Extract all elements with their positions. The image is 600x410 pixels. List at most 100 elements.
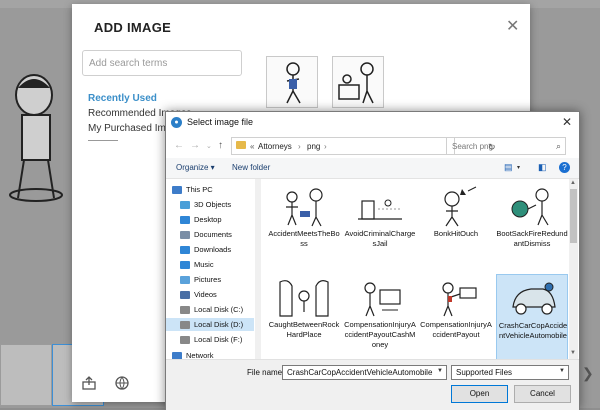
background-thumb <box>0 344 52 406</box>
file-name: AccidentMeetsTheBoss <box>268 229 340 248</box>
breadcrumb-png[interactable]: png <box>307 142 320 151</box>
chevron-down-icon[interactable]: ▼ <box>437 368 443 374</box>
scroll-up-icon[interactable]: ▲ <box>570 180 576 186</box>
tree-item-label: Music <box>194 260 214 269</box>
file-name: CompensationInjuryAccidentPayout <box>420 320 492 339</box>
chevron-down-icon: ▼ <box>559 368 565 374</box>
tree-item-label: Desktop <box>194 215 222 224</box>
upload-icon-glyph <box>82 376 96 390</box>
chevron-down-icon[interactable]: ▾ <box>517 164 520 171</box>
address-bar[interactable]: « Attorneys › png › ↻ <box>231 137 496 155</box>
tree-item-label: Local Disk (F:) <box>194 335 243 344</box>
file-grid-scrollbar[interactable]: ▲ ▼ <box>569 179 578 359</box>
search-input[interactable] <box>82 50 242 76</box>
dialog-search-input[interactable]: Search png ⌕ <box>446 137 566 155</box>
file-item[interactable]: BootSackFireRedundantDismiss <box>496 183 568 269</box>
back-arrow-icon[interactable]: ← <box>174 140 184 151</box>
videos-icon <box>180 291 190 300</box>
scrollbar-thumb[interactable] <box>570 189 577 243</box>
file-grid: AccidentMeetsTheBoss AvoidCriminalCharge… <box>264 179 569 359</box>
tree-item-label: This PC <box>186 185 213 194</box>
dialog-titlebar: ● Select image file ✕ <box>166 112 579 134</box>
nav-recently-used[interactable]: Recently Used <box>88 93 157 104</box>
dialog-footer: File name: CrashCarCopAccidentVehicleAut… <box>166 359 579 410</box>
close-icon[interactable]: ✕ <box>562 115 572 129</box>
folder-icon <box>236 141 246 149</box>
cartoon-thumbnail-icon <box>338 62 374 104</box>
image-thumbnail[interactable] <box>332 56 384 108</box>
chevron-down-icon[interactable]: ⌄ <box>206 142 212 150</box>
cartoon-file-icon <box>286 188 323 227</box>
file-name: CrashCarCopAccidentVehicleAutomobile <box>498 321 568 340</box>
help-icon[interactable]: ? <box>559 162 570 173</box>
tree-item-3d-objects[interactable]: 3D Objects <box>180 198 254 211</box>
file-name: AvoidCriminalChargesJail <box>344 229 416 248</box>
cartoon-thumbnail-icon <box>286 62 301 104</box>
cube-icon <box>180 201 190 210</box>
select-file-dialog: ● Select image file ✕ ← → ⌄ ↑ « Attorney… <box>165 111 580 410</box>
up-arrow-icon[interactable]: ↑ <box>218 140 223 151</box>
tree-item-pictures[interactable]: Pictures <box>180 273 254 286</box>
image-thumbnail[interactable] <box>266 56 318 108</box>
breadcrumb-overflow[interactable]: « <box>250 142 254 151</box>
tree-item-network[interactable]: Network <box>172 349 258 359</box>
breadcrumb-attorneys[interactable]: Attorneys <box>258 142 292 151</box>
breadcrumb-separator: › <box>324 142 327 151</box>
desktop-icon <box>180 216 190 225</box>
file-item[interactable]: CaughtBetweenRockHardPlace <box>268 274 340 359</box>
file-name-value: CrashCarCopAccidentVehicleAutomobile <box>287 368 433 377</box>
cartoon-file-icon <box>279 280 329 317</box>
app-icon: ● <box>171 117 182 128</box>
next-arrow-icon[interactable]: ❯ <box>582 365 594 382</box>
pictures-icon <box>180 276 190 285</box>
file-item-selected[interactable]: CrashCarCopAccidentVehicleAutomobile <box>496 274 568 359</box>
file-item[interactable]: AvoidCriminalChargesJail <box>344 183 416 269</box>
upload-icon[interactable] <box>82 376 96 390</box>
dialog-search-placeholder: Search png <box>452 142 493 151</box>
file-name: BonkHitOuch <box>433 229 479 238</box>
tree-item-downloads[interactable]: Downloads <box>180 243 254 256</box>
new-folder-button[interactable]: New folder <box>232 163 270 172</box>
tree-item-local-disk-c[interactable]: Local Disk (C:) <box>180 303 254 316</box>
view-options-icon[interactable]: ▤ <box>504 162 513 173</box>
tree-item-label: Downloads <box>194 245 232 254</box>
dialog-toolbar: Organize ▾ New folder ▤ ▾ ◧ ? <box>166 158 579 179</box>
tree-item-videos[interactable]: Videos <box>180 288 254 301</box>
close-icon[interactable]: ✕ <box>506 16 519 36</box>
tree-item-label: Videos <box>194 290 217 299</box>
preview-pane-icon[interactable]: ◧ <box>538 162 547 173</box>
tree-item-documents[interactable]: Documents <box>180 228 254 241</box>
file-name: CaughtBetweenRockHardPlace <box>268 320 340 339</box>
file-name-input[interactable]: CrashCarCopAccidentVehicleAutomobile ▼ <box>282 365 447 380</box>
scroll-down-icon[interactable]: ▼ <box>570 350 576 356</box>
pc-icon <box>172 186 182 195</box>
file-name: BootSackFireRedundantDismiss <box>496 229 568 248</box>
tree-scrollbar[interactable] <box>255 179 261 359</box>
tree-item-this-pc[interactable]: This PC <box>172 183 258 196</box>
network-icon <box>172 352 182 359</box>
file-type-value: Supported Files <box>456 368 513 377</box>
cartoon-figure-image <box>9 74 63 202</box>
tree-item-local-disk-f[interactable]: Local Disk (F:) <box>180 333 254 346</box>
disk-icon <box>180 336 190 345</box>
file-item[interactable]: AccidentMeetsTheBoss <box>268 183 340 269</box>
nav-divider <box>88 140 118 141</box>
globe-icon-glyph <box>115 376 129 390</box>
file-item[interactable]: BonkHitOuch <box>420 183 492 269</box>
tree-item-desktop[interactable]: Desktop <box>180 213 254 226</box>
file-item[interactable]: CompensationInjuryAccidentPayoutCashMone… <box>344 274 416 359</box>
tree-item-music[interactable]: Music <box>180 258 254 271</box>
tree-item-label: Documents <box>194 230 232 239</box>
forward-arrow-icon[interactable]: → <box>190 140 200 151</box>
globe-icon[interactable] <box>115 376 129 390</box>
search-icon: ⌕ <box>555 141 561 151</box>
open-button[interactable]: Open <box>451 385 508 403</box>
tree-item-local-disk-d[interactable]: Local Disk (D:) <box>166 318 254 331</box>
file-type-select[interactable]: Supported Files ▼ <box>451 365 569 380</box>
downloads-icon <box>180 246 190 255</box>
organize-menu[interactable]: Organize ▾ <box>176 163 215 172</box>
file-item[interactable]: CompensationInjuryAccidentPayout <box>420 274 492 359</box>
cancel-button[interactable]: Cancel <box>514 385 571 403</box>
dialog-title: Select image file <box>187 117 254 127</box>
disk-icon <box>180 321 190 330</box>
